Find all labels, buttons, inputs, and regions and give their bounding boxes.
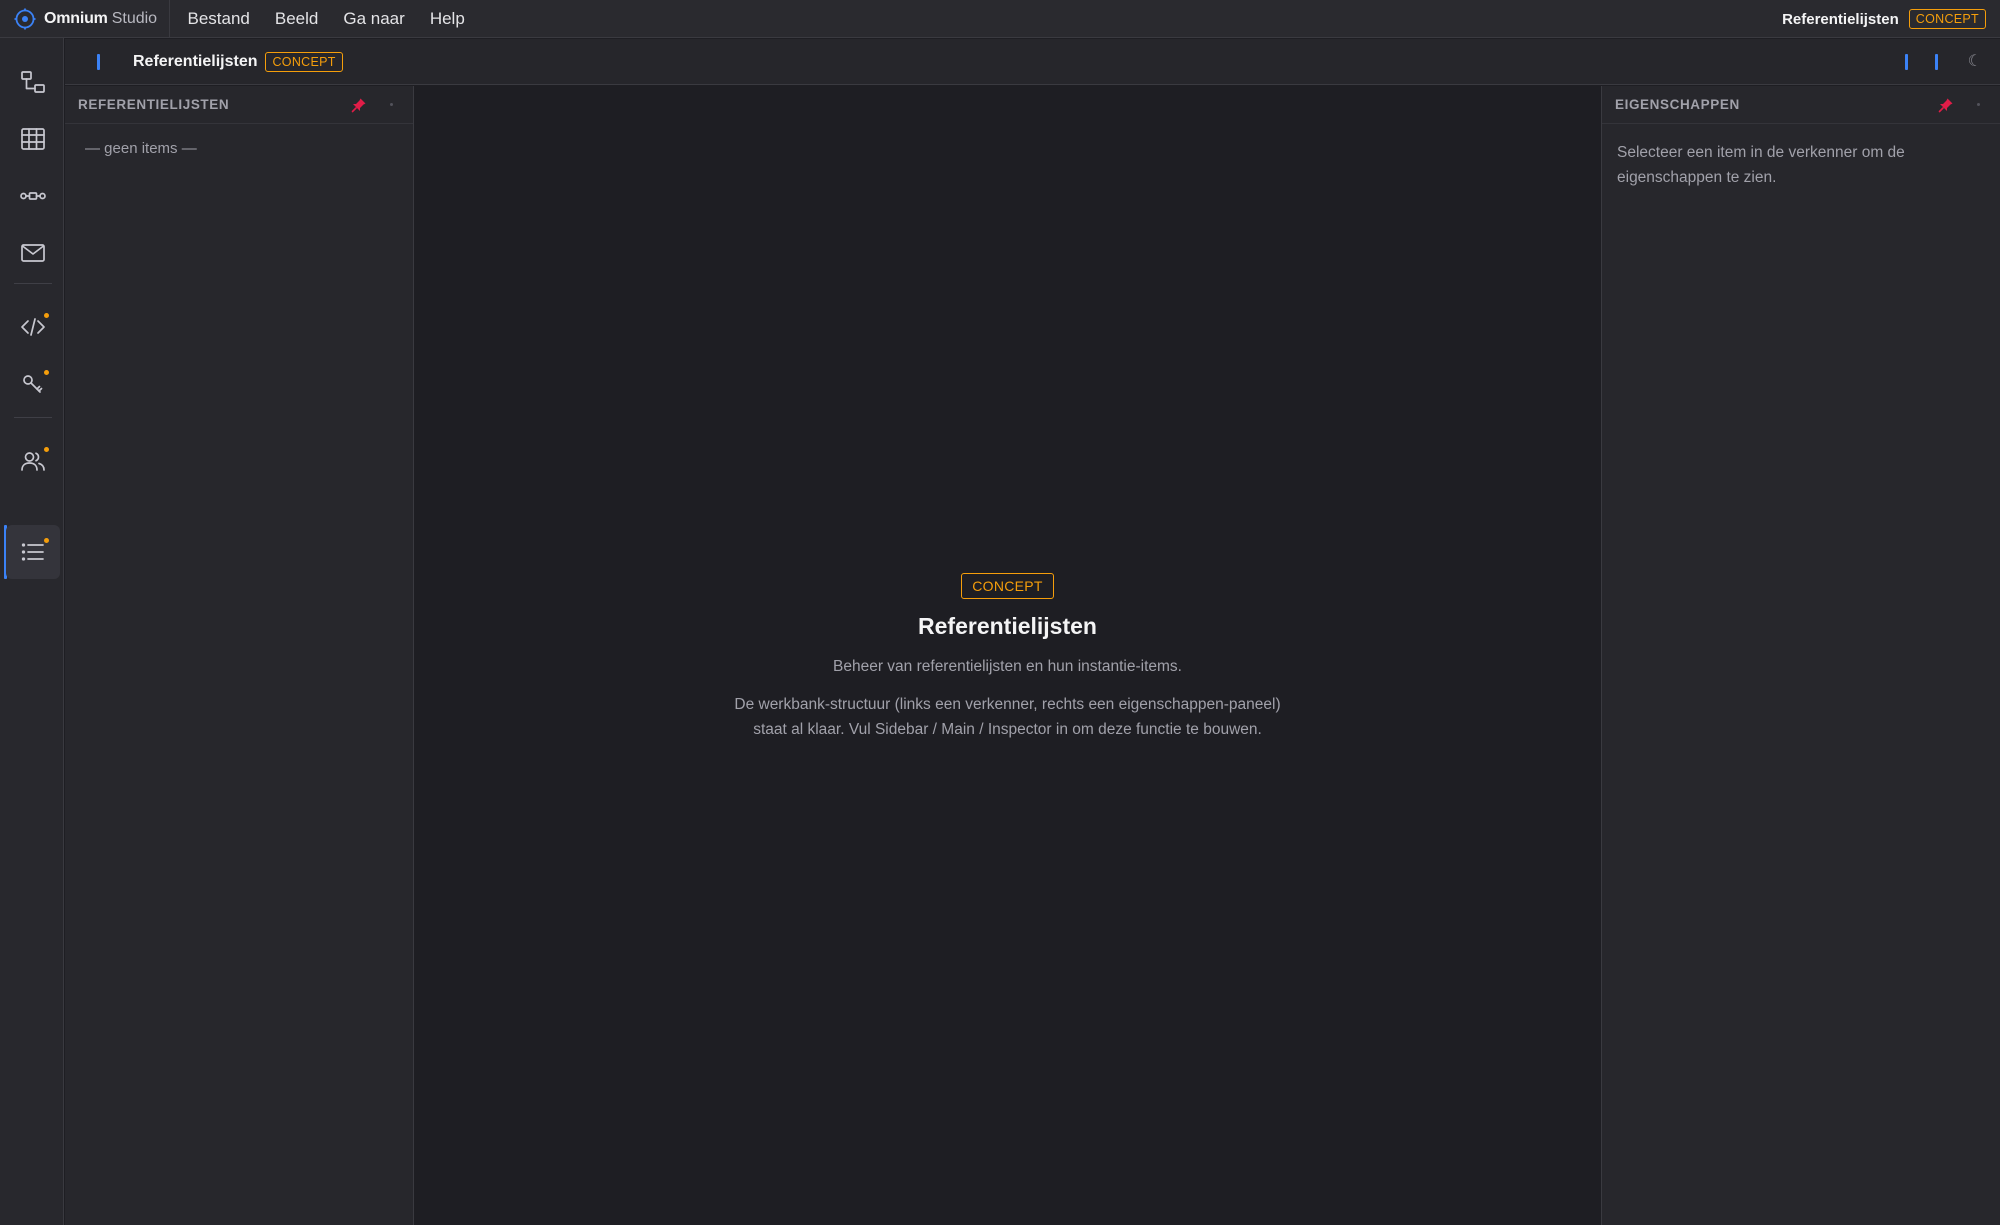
- omnium-logo-icon: [14, 8, 36, 30]
- app-name: Omnium: [44, 10, 108, 27]
- sidebar-title: REFERENTIELIJSTEN: [78, 97, 230, 112]
- tab-accent-bar: [97, 54, 100, 70]
- key-icon: [23, 375, 43, 393]
- menu-help[interactable]: Help: [417, 9, 477, 29]
- activity-bar: [0, 38, 64, 1225]
- inspector-header: EIGENSCHAPPEN: [1602, 86, 2000, 124]
- list-icon: [21, 543, 44, 561]
- page-description: De werkbank-structuur (links een verkenn…: [415, 692, 1600, 742]
- notification-dot: [44, 538, 49, 543]
- notification-dot: [44, 447, 49, 452]
- table-icon: [21, 128, 45, 150]
- sidebar-header: REFERENTIELIJSTEN: [65, 86, 413, 124]
- page-title: Referentielijsten: [918, 613, 1097, 639]
- brand: Omnium Studio: [14, 0, 157, 38]
- notification-dot: [44, 313, 49, 318]
- document-title: Referentielijsten: [1782, 10, 1899, 28]
- activity-flow-button[interactable]: [6, 169, 60, 223]
- notification-dot: [44, 370, 49, 375]
- code-icon: [21, 318, 45, 336]
- tab-status-badge: CONCEPT: [265, 52, 343, 72]
- activity-separator: [14, 417, 52, 418]
- menu-bar: Bestand Beeld Ga naar Help: [175, 0, 477, 38]
- activity-diagram-button[interactable]: [6, 55, 60, 109]
- tab-title: Referentielijsten: [133, 53, 258, 70]
- title-status: Referentielijsten CONCEPT: [1782, 0, 1986, 38]
- activity-code-button[interactable]: [6, 300, 60, 354]
- placeholder-content: CONCEPT Referentielijsten Beheer van ref…: [415, 573, 1600, 742]
- toggle-inspector-button[interactable]: [1935, 54, 1938, 70]
- flow-icon: [20, 192, 46, 200]
- title-bar: Omnium Studio Bestand Beeld Ga naar Help…: [0, 0, 2000, 38]
- users-icon: [21, 452, 45, 471]
- more-options-icon[interactable]: [390, 103, 393, 106]
- activity-users-button[interactable]: [6, 434, 60, 488]
- activity-list-button[interactable]: [6, 525, 60, 579]
- description-line-1: De werkbank-structuur (links een verkenn…: [734, 696, 1281, 713]
- menu-beeld[interactable]: Beeld: [262, 9, 330, 29]
- explorer-sidebar: REFERENTIELIJSTEN — geen items —: [65, 86, 414, 1225]
- editor-tab-strip: Referentielijsten CONCEPT ☾: [65, 39, 2000, 85]
- pin-icon[interactable]: [1937, 96, 1955, 114]
- activity-table-button[interactable]: [6, 112, 60, 166]
- page-lead: Beheer van referentielijsten en hun inst…: [833, 658, 1182, 675]
- properties-inspector: EIGENSCHAPPEN Selecteer een item in de v…: [1601, 86, 2000, 1225]
- diagram-icon: [21, 71, 45, 93]
- pin-icon[interactable]: [350, 96, 368, 114]
- app-name-suffix: Studio: [111, 10, 158, 27]
- empty-list-message: — geen items —: [85, 140, 197, 157]
- mail-icon: [21, 244, 45, 262]
- theme-moon-icon[interactable]: ☾: [1968, 51, 1982, 71]
- inspector-title: EIGENSCHAPPEN: [1615, 97, 1740, 112]
- toggle-sidebar-button[interactable]: [1905, 54, 1908, 70]
- more-options-icon[interactable]: [1977, 103, 1980, 106]
- description-line-2: staat al klaar. Vul Sidebar / Main / Ins…: [753, 721, 1262, 738]
- inspector-placeholder: Selecteer een item in de verkenner om de…: [1617, 144, 1905, 186]
- activity-separator: [14, 283, 52, 284]
- activity-key-button[interactable]: [6, 357, 60, 411]
- brand-divider: [169, 0, 170, 38]
- tab-referentielijsten[interactable]: Referentielijsten CONCEPT: [133, 39, 343, 85]
- main-content: CONCEPT Referentielijsten Beheer van ref…: [415, 86, 1600, 1225]
- status-badge: CONCEPT: [1908, 9, 1986, 29]
- activity-mail-button[interactable]: [6, 226, 60, 280]
- menu-bestand[interactable]: Bestand: [175, 9, 262, 29]
- concept-badge: CONCEPT: [961, 573, 1054, 599]
- menu-ga-naar[interactable]: Ga naar: [331, 9, 417, 29]
